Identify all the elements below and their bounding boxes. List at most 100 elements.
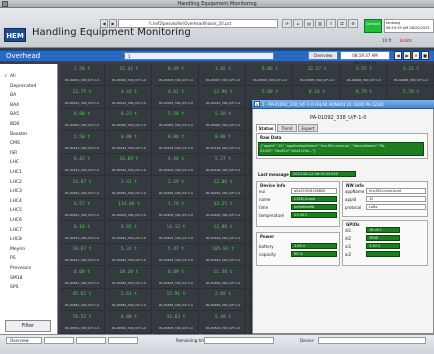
section-combo[interactable]: 1 (124, 52, 274, 60)
status-slot-2[interactable] (76, 337, 106, 344)
sidebar-item[interactable]: SM18 (4, 276, 22, 281)
sidebar-item[interactable]: BD0 (4, 122, 19, 127)
equipment-cell[interactable]: 4.46 t PA-00193_300_U/F-1-0 (154, 154, 199, 176)
sidebar-item[interactable]: LHC3 (4, 189, 22, 194)
popup-close-icon[interactable]: × (254, 101, 260, 107)
equipment-cell[interactable]: 33.25 t PA-00404_300_U/F-1-0 (201, 199, 246, 221)
sidebar-item[interactable]: Booster (4, 132, 27, 137)
equipment-cell[interactable]: 5.48 t PA-00504_300_U/F-1-0 (201, 311, 246, 334)
equipment-cell[interactable]: 1.50 t PA-00001_300_U/F-1-0 (60, 64, 105, 86)
equipment-cell[interactable]: 18.20 t PA-00462_300_U/F-1-0 (107, 266, 152, 289)
checkbox-icon[interactable]: ✓ (4, 74, 8, 79)
nav-prev-button[interactable]: ◀ (394, 51, 402, 60)
equipment-cell[interactable]: 24.87 t PA-00261_300_U/F-1-0 (60, 176, 105, 199)
sidebar-item[interactable]: LHC6 (4, 218, 22, 223)
equipment-cell[interactable]: 2.50 t PA-00141_300_U/F-1-0 (60, 131, 105, 154)
sidebar-item[interactable]: LHC8 (4, 237, 22, 242)
equipment-cell[interactable]: 6.57 t PA-00401_300_U/F-1-0 (60, 199, 105, 221)
equipment-cell[interactable]: 5.58 t PA-00063_300_U/F-1-0 (154, 109, 199, 131)
sidebar-item[interactable]: ISR (4, 151, 17, 156)
settings-icon[interactable]: ⚙ (348, 19, 358, 28)
equipment-cell[interactable]: 105.93 t PA-00444_300_U/F-1-0 (201, 244, 246, 266)
popup-header[interactable]: × 1 - PA-01092_338_U/F-1-0 FALAK HONA01 … (252, 100, 434, 109)
equipment-cell[interactable]: 0.00 t PA-00143_300_U/F-1-0 (154, 131, 199, 154)
sidebar-item[interactable]: LHC2 (4, 180, 22, 185)
sidebar-item[interactable]: LHC4 (4, 199, 22, 204)
home-icon[interactable]: ⌂ (293, 19, 303, 28)
export-icon[interactable]: ⇪ (326, 19, 336, 28)
sidebar-item[interactable]: Deprecated (4, 84, 36, 89)
nav-next-button[interactable]: ▶ (403, 51, 411, 60)
equipment-cell[interactable]: 2.69 t PA-00484_300_U/F-1-0 (201, 289, 246, 311)
equipment-cell[interactable]: 10.67 t PA-00441_300_U/F-1-0 (60, 244, 105, 266)
equipment-cell[interactable]: 12.86 t PA-00424_300_U/F-1-0 (201, 221, 246, 244)
sidebar-item[interactable]: LHC (4, 160, 19, 165)
sidebar-item[interactable]: BA5 (4, 112, 19, 117)
equipment-cell[interactable]: 2.69 t PA-00263_300_U/F-1-0 (154, 176, 199, 199)
print-icon[interactable]: ▤ (304, 19, 314, 28)
equipment-cell[interactable]: 15.91 t PA-00483_300_U/F-1-0 (154, 289, 199, 311)
sidebar-item[interactable]: PS (4, 256, 16, 261)
equipment-cell[interactable]: 114.06 t PA-00402_300_U/F-1-0 (107, 199, 152, 221)
equipment-cell[interactable]: 8.92 t PA-00422_300_U/F-1-0 (107, 221, 152, 244)
tab-status[interactable]: Status (256, 124, 276, 132)
equipment-cell[interactable]: 0.00 t PA-00142_300_U/F-1-0 (107, 131, 152, 154)
equipment-cell[interactable]: 3.55 t PA-00006_300_U/F-1-0 (342, 64, 387, 86)
equipment-cell[interactable]: 2.41 t PA-00262_300_U/F-1-0 (107, 176, 152, 199)
connect-badge[interactable]: Connect (364, 19, 382, 33)
equipment-cell[interactable]: 8.42 t PA-00191_300_U/F-1-0 (60, 154, 105, 176)
device-field[interactable] (318, 337, 426, 344)
equipment-cell[interactable]: 45.62 t PA-00481_300_U/F-1-0 (60, 289, 105, 311)
sidebar-item[interactable]: LHC7 (4, 228, 22, 233)
equipment-cell[interactable]: 0.09 t PA-00463_300_U/F-1-0 (154, 266, 199, 289)
equipment-cell[interactable]: 4.62 t PA-00013_300_U/F-1-0 (154, 86, 199, 109)
equipment-cell[interactable]: 14.12 t PA-00423_300_U/F-1-0 (154, 221, 199, 244)
equipment-cell[interactable]: 5.58 t PA-00064_300_U/F-1-0 (201, 109, 246, 131)
nav-close-button[interactable]: ✕ (412, 51, 420, 60)
tab-trend[interactable]: Trend (277, 124, 297, 132)
equipment-cell[interactable]: 32.27 t PA-00005_300_U/F-1-0 (295, 64, 340, 86)
equipment-cell[interactable]: 1.79 t PA-00403_300_U/F-1-0 (154, 199, 199, 221)
equipment-cell[interactable]: 0.00 t PA-00061_300_U/F-1-0 (60, 109, 105, 131)
sidebar-item[interactable]: SPS (4, 285, 18, 290)
equipment-cell[interactable]: 5.47 t PA-00443_300_U/F-1-0 (154, 244, 199, 266)
equipment-cell[interactable]: 0.00 t PA-00502_300_U/F-1-0 (107, 311, 152, 334)
sidebar-item[interactable]: LHC5 (4, 208, 22, 213)
overview-button[interactable]: Overview (308, 51, 338, 60)
lock-icon[interactable]: ⚿ (337, 19, 347, 28)
equipment-cell[interactable]: 0.00 t PA-00144_300_U/F-1-0 (201, 131, 246, 154)
equipment-cell[interactable]: 8.23 t PA-00062_300_U/F-1-0 (107, 109, 152, 131)
status-slot-3[interactable] (108, 337, 138, 344)
equipment-cell[interactable]: 11.30 t PA-00464_300_U/F-1-0 (201, 266, 246, 289)
sidebar-item[interactable]: CMS (4, 141, 20, 146)
equipment-cell[interactable]: 16.69 t PA-00192_300_U/F-1-0 (107, 154, 152, 176)
equipment-cell[interactable]: 8.49 t PA-00003_300_U/F-1-0 (154, 64, 199, 86)
equipment-cell[interactable]: 32.83 t PA-00503_300_U/F-1-0 (154, 311, 199, 334)
equipment-cell[interactable]: 2.61 t PA-00482_300_U/F-1-0 (107, 289, 152, 311)
status-slot-1[interactable] (44, 337, 74, 344)
sidebar-item[interactable]: Meyrin (4, 247, 25, 252)
nav-stop-button[interactable]: ■ (421, 51, 429, 60)
equipment-cell[interactable]: 1.21 t PA-00008_300_U/F-1-0 (389, 64, 434, 86)
overview-tab[interactable]: Overview (6, 337, 42, 344)
tab-expert[interactable]: Expert (298, 124, 318, 132)
equipment-cell[interactable]: 0.00 t PA-00461_300_U/F-1-0 (60, 266, 105, 289)
sidebar-item[interactable]: ✓ All (4, 74, 16, 79)
sidebar-item[interactable]: Prevessin (4, 266, 31, 271)
equipment-cell[interactable]: 5.27 t PA-00194_300_U/F-1-0 (201, 154, 246, 176)
limits-link[interactable]: Limits (400, 38, 412, 43)
sidebar-item[interactable]: BA4 (4, 103, 19, 108)
equipment-cell[interactable]: 12.75 t PA-00011_300_U/F-1-0 (60, 86, 105, 109)
equipment-cell[interactable]: 6.10 t PA-00421_300_U/F-1-0 (60, 221, 105, 244)
equipment-cell[interactable]: 1.05 t PA-00007_300_U/F-1-0 (201, 64, 246, 86)
equipment-cell[interactable]: 4.43 t PA-00012_300_U/F-1-0 (107, 86, 152, 109)
refresh-icon[interactable]: ⟳ (282, 19, 292, 28)
sidebar-item[interactable]: LHC1 (4, 170, 22, 175)
chart-icon[interactable]: ▥ (315, 19, 325, 28)
equipment-cell[interactable]: 70.52 t PA-00501_300_U/F-1-0 (60, 311, 105, 334)
equipment-cell[interactable]: 15.42 t PA-00002_300_U/F-1-0 (107, 64, 152, 86)
filter-button[interactable]: Filter (5, 320, 51, 332)
equipment-cell[interactable]: 12.96 t PA-00014_300_U/F-1-0 (201, 86, 246, 109)
equipment-cell[interactable]: 5.32 t PA-00442_300_U/F-1-0 (107, 244, 152, 266)
equipment-cell[interactable]: 6.06 t PA-00004_300_U/F-1-0 (248, 64, 293, 86)
